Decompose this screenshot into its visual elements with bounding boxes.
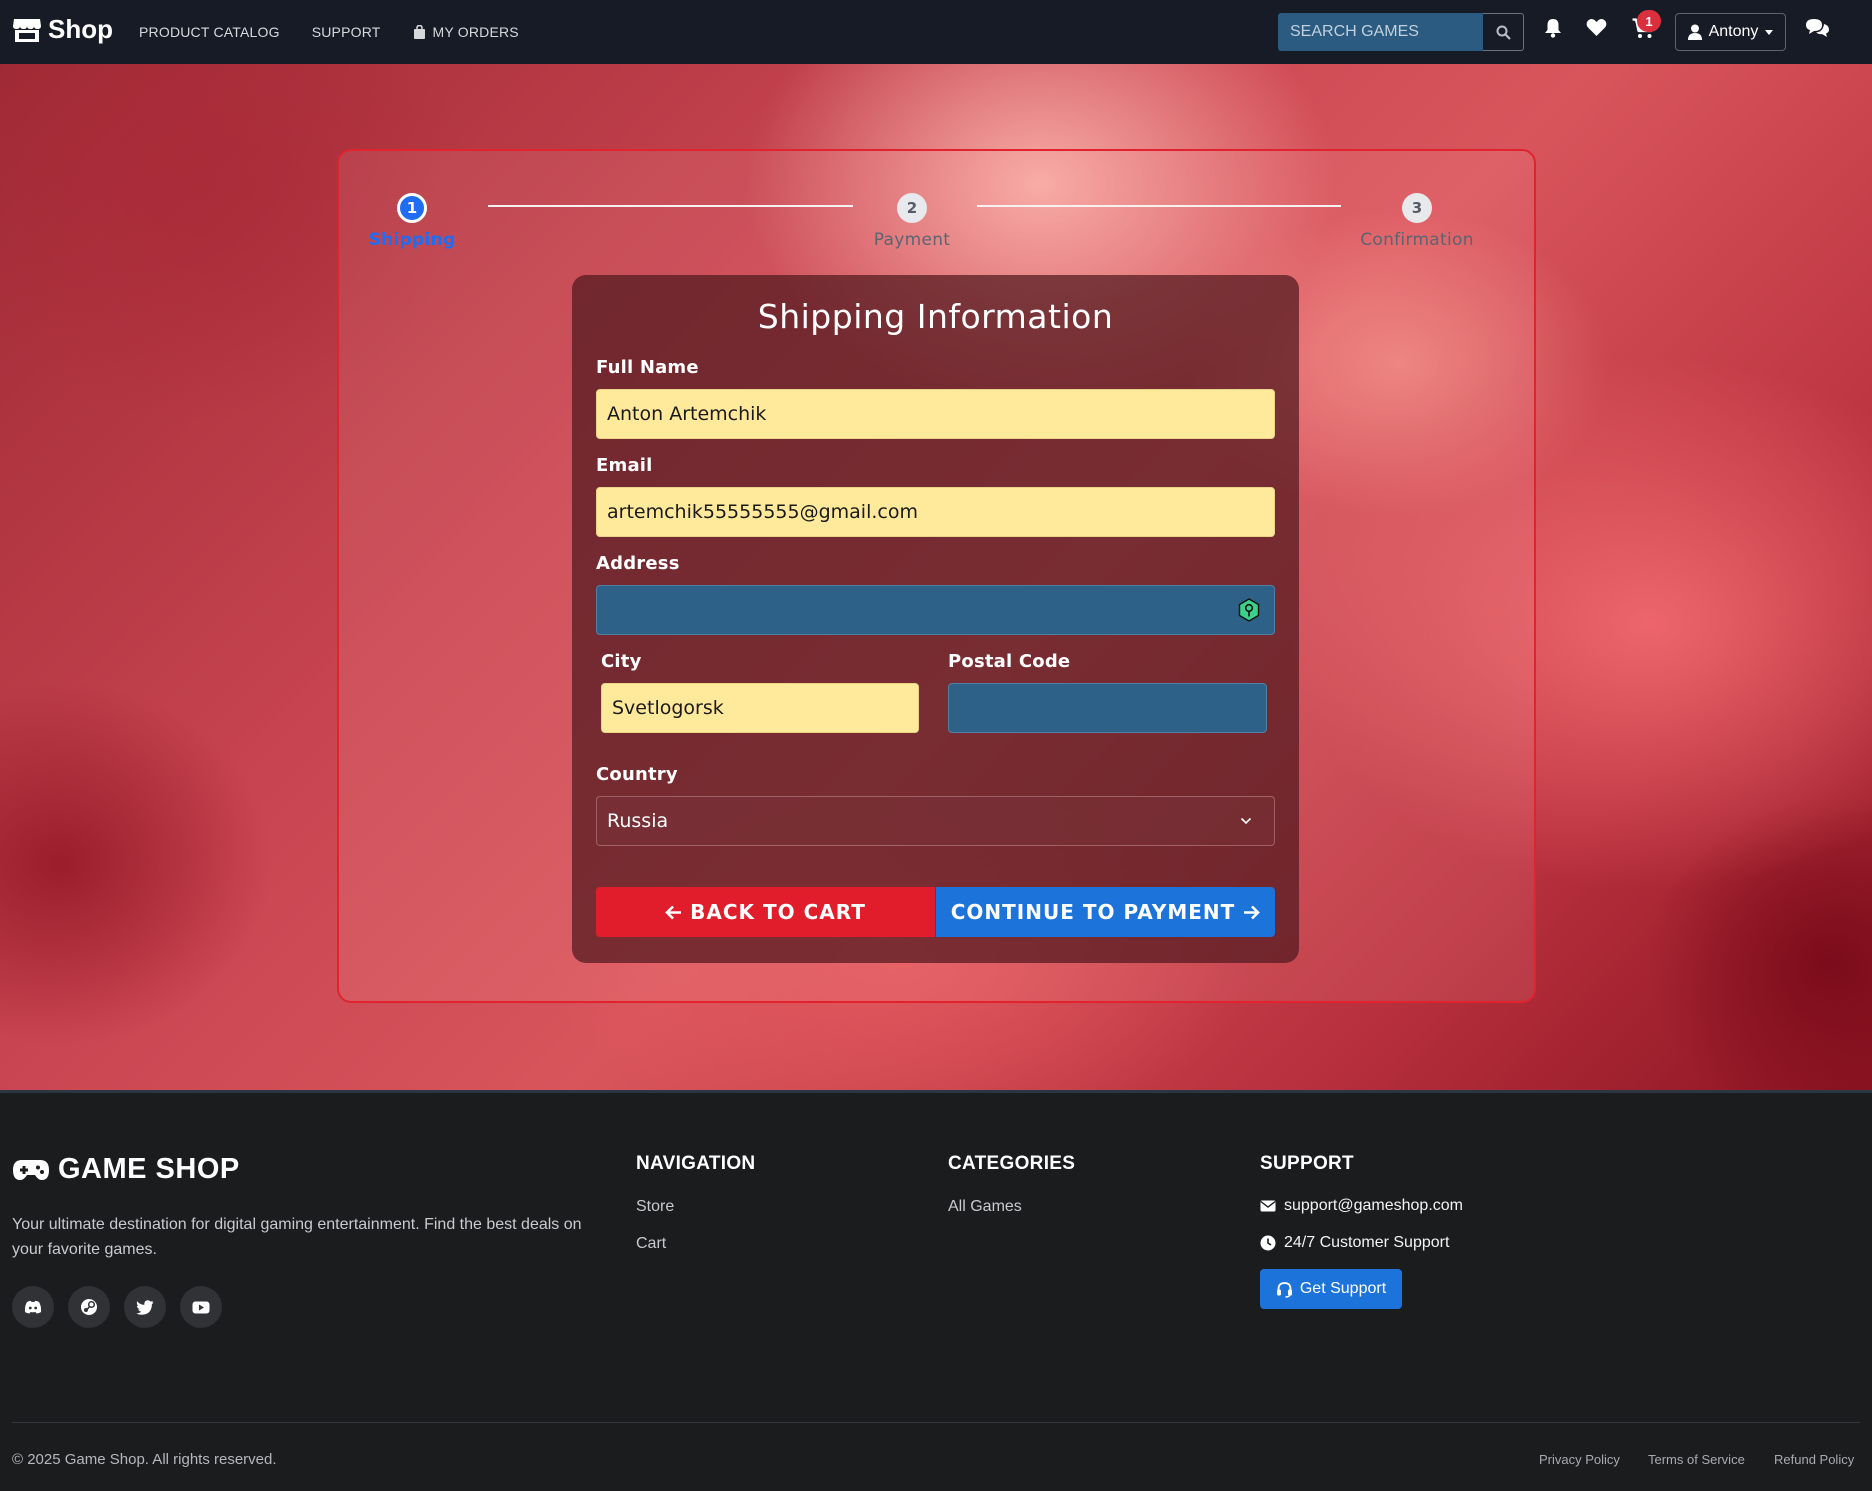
support-hours-text: 24/7 Customer Support: [1284, 1234, 1450, 1251]
store-icon: [13, 18, 41, 42]
get-support-label: Get Support: [1299, 1280, 1387, 1297]
step-label: Payment: [873, 230, 951, 250]
step-connector: [488, 205, 853, 207]
step-label: Shipping: [368, 230, 456, 250]
nav-my-orders[interactable]: MY ORDERS: [413, 24, 519, 40]
youtube-link[interactable]: [180, 1286, 222, 1328]
user-icon: [1687, 24, 1702, 40]
step-connector: [977, 205, 1341, 207]
search-input[interactable]: [1278, 13, 1483, 51]
footer-description: Your ultimate destination for digital ga…: [12, 1216, 582, 1258]
city-field[interactable]: Svetlogorsk: [601, 683, 919, 733]
terms-of-service-link[interactable]: Terms of Service: [1648, 1452, 1745, 1467]
full-name-field[interactable]: Anton Artemchik: [596, 389, 1275, 439]
step-number: 3: [1402, 193, 1432, 223]
footer-brand: GAME SHOP: [12, 1153, 240, 1186]
search-bar: [1278, 13, 1524, 51]
notifications-button[interactable]: [1544, 18, 1562, 43]
continue-to-payment-label: CONTINUE TO PAYMENT: [950, 900, 1236, 924]
arrow-left-icon: [665, 905, 682, 919]
country-value: Russia: [607, 810, 669, 832]
footer-link-store[interactable]: Store: [636, 1198, 674, 1216]
search-button[interactable]: [1483, 13, 1524, 51]
email-label: Email: [596, 455, 653, 476]
step-payment: 2 Payment: [852, 193, 972, 250]
footer-navigation-heading: NAVIGATION: [636, 1153, 756, 1174]
cart-count-badge: 1: [1637, 10, 1661, 32]
heart-icon: [1586, 19, 1607, 36]
shopping-bag-icon: [413, 25, 425, 39]
site-footer: GAME SHOP Your ultimate destination for …: [0, 1093, 1872, 1491]
discord-link[interactable]: [12, 1286, 54, 1328]
nav-my-orders-label: MY ORDERS: [432, 24, 519, 40]
step-number: 2: [897, 193, 927, 223]
get-support-button[interactable]: Get Support: [1260, 1269, 1402, 1309]
steam-icon: [81, 1299, 97, 1315]
top-navbar: Shop PRODUCT CATALOG SUPPORT MY ORDERS 1…: [0, 0, 1872, 64]
country-select[interactable]: Russia: [596, 796, 1275, 846]
city-label: City: [601, 651, 642, 672]
checkout-hero: 1 Shipping 2 Payment 3 Confirmation Ship…: [0, 64, 1872, 1093]
discord-icon: [24, 1300, 42, 1314]
footer-categories-heading: CATEGORIES: [948, 1153, 1076, 1174]
form-title: Shipping Information: [757, 297, 1114, 336]
address-label: Address: [596, 553, 680, 574]
twitter-icon: [136, 1299, 154, 1315]
main-nav: PRODUCT CATALOG SUPPORT MY ORDERS: [139, 0, 519, 64]
privacy-policy-link[interactable]: Privacy Policy: [1539, 1452, 1620, 1467]
step-shipping: 1 Shipping: [369, 193, 455, 250]
user-menu-button[interactable]: Antony: [1675, 13, 1786, 51]
headset-icon: [1276, 1281, 1292, 1298]
search-icon: [1496, 25, 1511, 40]
nav-support-label: SUPPORT: [311, 24, 381, 40]
twitter-link[interactable]: [124, 1286, 166, 1328]
postal-code-field[interactable]: [948, 683, 1267, 733]
back-to-cart-button[interactable]: BACK TO CART: [596, 887, 935, 937]
country-label: Country: [596, 764, 678, 785]
bell-icon: [1545, 19, 1561, 38]
postal-code-label: Postal Code: [948, 651, 1071, 672]
envelope-icon: [1260, 1200, 1276, 1212]
chevron-down-icon: [1240, 817, 1252, 825]
user-name: Antony: [1708, 23, 1759, 40]
chat-button[interactable]: [1805, 18, 1830, 43]
password-manager-key-icon[interactable]: [1238, 598, 1260, 622]
copyright-text: © 2025 Game Shop. All rights reserved.: [12, 1451, 277, 1468]
brand-logo[interactable]: Shop: [12, 14, 113, 45]
support-email-text: support@gameshop.com: [1284, 1197, 1463, 1214]
step-label: Confirmation: [1360, 230, 1474, 250]
gamepad-icon: [13, 1159, 49, 1180]
nav-product-catalog[interactable]: PRODUCT CATALOG: [139, 24, 280, 40]
step-number: 1: [397, 193, 427, 223]
steam-link[interactable]: [68, 1286, 110, 1328]
footer-brand-name: GAME SHOP: [58, 1153, 240, 1185]
address-field[interactable]: [596, 585, 1275, 635]
arrow-right-icon: [1244, 905, 1261, 919]
support-email[interactable]: support@gameshop.com: [1260, 1197, 1463, 1215]
chevron-down-icon: [1765, 29, 1774, 35]
clock-icon: [1260, 1235, 1276, 1251]
nav-product-catalog-label: PRODUCT CATALOG: [139, 24, 280, 40]
nav-support[interactable]: SUPPORT: [312, 24, 381, 40]
full-name-label: Full Name: [596, 357, 699, 378]
wishlist-button[interactable]: [1586, 18, 1607, 42]
email-field[interactable]: artemchik55555555@gmail.com: [596, 487, 1275, 537]
continue-to-payment-button[interactable]: CONTINUE TO PAYMENT: [936, 887, 1275, 937]
chat-icon: [1806, 19, 1829, 37]
step-confirmation: 3 Confirmation: [1342, 193, 1492, 250]
footer-link-all-games[interactable]: All Games: [948, 1198, 1022, 1216]
shipping-form-card: Shipping Information Full Name Anton Art…: [572, 275, 1299, 963]
youtube-icon: [192, 1301, 210, 1313]
support-hours: 24/7 Customer Support: [1260, 1234, 1449, 1252]
brand-name: Shop: [48, 14, 113, 44]
footer-support-heading: SUPPORT: [1260, 1153, 1354, 1174]
footer-divider: [12, 1422, 1860, 1423]
footer-link-cart[interactable]: Cart: [636, 1235, 666, 1253]
checkout-panel: 1 Shipping 2 Payment 3 Confirmation Ship…: [337, 149, 1536, 1003]
refund-policy-link[interactable]: Refund Policy: [1774, 1452, 1854, 1467]
back-to-cart-label: BACK TO CART: [690, 900, 866, 924]
